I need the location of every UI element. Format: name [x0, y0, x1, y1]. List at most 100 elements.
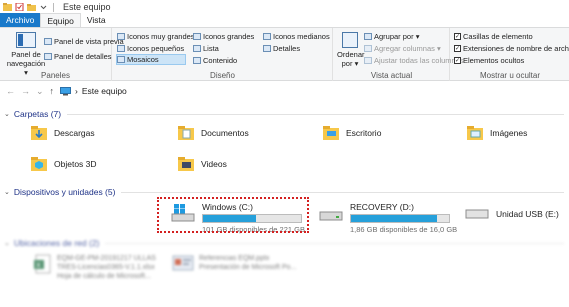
- network-item-text: EQM-GE-PM-20191217 ULLAS TRES-Licencias0…: [57, 254, 156, 281]
- 3d-objects-folder-icon: [30, 155, 48, 173]
- chevron-down-icon: ⌄: [4, 189, 10, 196]
- new-folder-icon[interactable]: [27, 3, 36, 11]
- medium-icons-icon: [263, 33, 271, 40]
- group-by-button[interactable]: Agrupar por ▾: [364, 32, 419, 41]
- up-arrow-icon[interactable]: ↑: [50, 86, 55, 96]
- tab-vista[interactable]: Vista: [81, 13, 112, 27]
- chevron-down-icon[interactable]: [39, 3, 48, 11]
- preview-pane-button[interactable]: Panel de vista previa: [44, 37, 124, 46]
- current-view-group-label: Vista actual: [370, 71, 413, 80]
- layout-large-icons[interactable]: Iconos grandes: [193, 32, 254, 41]
- show-hide-group: ✓ Casillas de elemento ✓ Extensiones de …: [451, 28, 569, 81]
- folder-item-escritorio[interactable]: Escritorio: [322, 124, 381, 142]
- excel-icon: X: [34, 254, 52, 276]
- details-icon: [263, 45, 271, 52]
- network-item-line: Hoja de cálculo de Microsoft...: [57, 273, 151, 280]
- layout-large-icons-label: Iconos grandes: [203, 32, 255, 41]
- drive-usage-bar: [350, 214, 450, 223]
- title-separator: [53, 2, 54, 12]
- address-bar: ← → ⌄ ↑ › Este equipo: [0, 82, 569, 100]
- breadcrumb[interactable]: › Este equipo: [60, 86, 127, 96]
- layout-group: Iconos muy grandes Iconos grandes Iconos…: [113, 28, 333, 81]
- tab-archivo[interactable]: Archivo: [0, 13, 41, 27]
- folder-name: Objetos 3D: [54, 159, 97, 169]
- add-columns-button[interactable]: Agregar columnas ▾: [364, 44, 441, 53]
- forward-arrow-icon[interactable]: →: [21, 86, 30, 96]
- layout-tiles[interactable]: Mosaicos: [116, 54, 186, 65]
- pictures-folder-icon: [466, 124, 484, 142]
- network-section-header[interactable]: ⌄ Ubicaciones de red (2): [4, 238, 564, 248]
- panels-group-label: Paneles: [41, 71, 70, 80]
- layout-small-icons-label: Iconos pequeños: [127, 44, 185, 53]
- powerpoint-icon: [172, 254, 194, 274]
- network-item-excel[interactable]: X EQM-GE-PM-20191217 ULLAS TRES-Licencia…: [34, 254, 156, 281]
- drive-item-d[interactable]: RECOVERY (D:) 1,86 GB disponibles de 16,…: [318, 202, 457, 234]
- drive-icon: [318, 202, 344, 224]
- checkbox-checked-icon: ✓: [454, 45, 461, 52]
- selection-highlight: [157, 197, 309, 233]
- folder-name: Documentos: [201, 128, 249, 138]
- title-bar: Este equipo: [0, 0, 569, 14]
- file-extensions-toggle[interactable]: ✓ Extensiones de nombre de archivo: [454, 44, 569, 53]
- folder-name: Imágenes: [490, 128, 528, 138]
- layout-extra-large-icons-label: Iconos muy grandes: [127, 32, 195, 41]
- layout-list-label: Lista: [203, 44, 219, 53]
- videos-folder-icon: [177, 155, 195, 173]
- item-checkboxes-toggle[interactable]: ✓ Casillas de elemento: [454, 32, 533, 41]
- folder-item-descargas[interactable]: Descargas: [30, 124, 95, 142]
- properties-icon[interactable]: [15, 2, 24, 12]
- tiles-icon: [117, 56, 125, 63]
- drive-free-space: 1,86 GB disponibles de 16,0 GB: [350, 225, 458, 234]
- folder-item-documentos[interactable]: Documentos: [177, 124, 249, 142]
- network-item-line: Presentación de Microsoft Po...: [199, 264, 297, 271]
- folders-section-header[interactable]: ⌄ Carpetas (7): [4, 109, 564, 119]
- folder-item-videos[interactable]: Videos: [177, 155, 227, 173]
- hidden-items-label: Elementos ocultos: [463, 56, 525, 65]
- panels-group: Panel de navegación ▾ Panel de vista pre…: [0, 28, 124, 81]
- section-divider: [105, 242, 564, 244]
- sort-by-button[interactable]: Ordenar por ▾: [337, 32, 365, 68]
- drive-item-e[interactable]: Unidad USB (E:): [464, 202, 559, 224]
- drive-name: Unidad USB (E:): [496, 209, 559, 219]
- layout-tiles-label: Mosaicos: [127, 55, 159, 64]
- fit-columns-button[interactable]: Ajustar todas las columnas: [364, 56, 464, 65]
- chevron-down-icon[interactable]: ⌄: [36, 86, 44, 97]
- folder-item-imagenes[interactable]: Imágenes: [466, 124, 527, 142]
- details-pane-label: Panel de detalles: [54, 52, 112, 61]
- content-icon: [193, 57, 201, 64]
- layout-small-icons[interactable]: Iconos pequeños: [117, 44, 184, 53]
- network-item-line: EQM-GE-PM-20191217 ULLAS: [57, 255, 156, 262]
- network-item-powerpoint[interactable]: Referencias EQM.pptx Presentación de Mic…: [172, 254, 296, 274]
- section-divider: [121, 191, 564, 193]
- sort-icon: [342, 32, 358, 48]
- small-icons-icon: [117, 45, 125, 52]
- layout-details[interactable]: Detalles: [263, 44, 300, 53]
- layout-medium-icons-label: Iconos medianos: [273, 32, 330, 41]
- group-by-label: Agrupar por ▾: [374, 32, 420, 41]
- layout-medium-icons[interactable]: Iconos medianos: [263, 32, 330, 41]
- tab-equipo[interactable]: Equipo: [40, 13, 81, 27]
- downloads-folder-icon: [30, 124, 48, 142]
- back-arrow-icon[interactable]: ←: [6, 86, 15, 96]
- layout-content[interactable]: Contenido: [193, 56, 237, 65]
- drives-section-header[interactable]: ⌄ Dispositivos y unidades (5): [4, 187, 564, 197]
- current-view-group: Ordenar por ▾ Agrupar por ▾ Agregar colu…: [334, 28, 464, 81]
- sort-by-label: Ordenar por ▾: [337, 50, 365, 68]
- usb-drive-icon: [464, 202, 490, 224]
- hidden-items-toggle[interactable]: ✓ Elementos ocultos: [454, 56, 524, 65]
- navigation-pane-icon: [16, 32, 36, 48]
- layout-list[interactable]: Lista: [193, 44, 219, 53]
- folder-name: Escritorio: [346, 128, 382, 138]
- details-pane-button[interactable]: Panel de detalles: [44, 52, 112, 61]
- extra-large-icons-icon: [117, 33, 125, 40]
- layout-extra-large-icons[interactable]: Iconos muy grandes: [117, 32, 195, 41]
- network-item-line: TRES-Licencias0365-V.1.1.xlsx: [57, 264, 155, 271]
- section-divider: [67, 113, 564, 115]
- network-item-line: Referencias EQM.pptx: [199, 255, 270, 262]
- list-icon: [193, 45, 201, 52]
- chevron-down-icon: ⌄: [4, 240, 10, 247]
- checkbox-checked-icon: ✓: [454, 57, 461, 64]
- folder-item-objetos-3d[interactable]: Objetos 3D: [30, 155, 97, 173]
- file-extensions-label: Extensiones de nombre de archivo: [463, 44, 569, 53]
- add-columns-label: Agregar columnas ▾: [374, 44, 441, 53]
